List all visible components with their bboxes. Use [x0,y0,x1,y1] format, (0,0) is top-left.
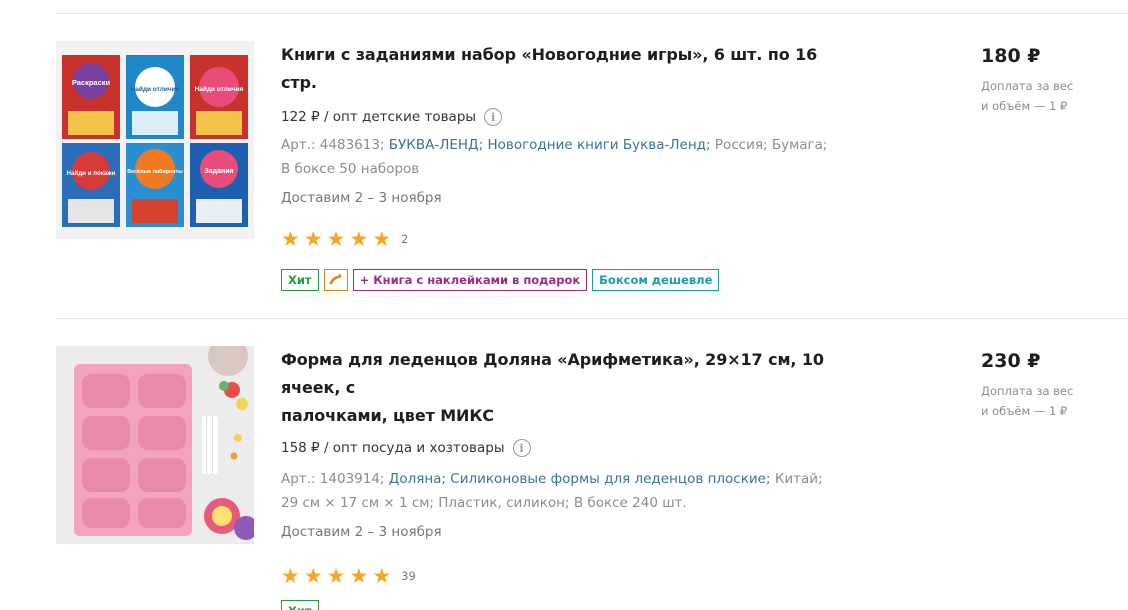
product-meta: Арт.: 4483613; БУКВА-ЛЕНД; Новогодние кн… [281,133,841,181]
brand-link[interactable]: Доляна; [389,471,446,487]
surcharge-note: Доплата за вес и объём — 1 ₽ [981,381,1121,421]
star-icon: ★ [303,564,323,588]
star-icon: ★ [349,564,369,588]
surcharge-note: Доплата за вес и объём — 1 ₽ [981,76,1121,116]
country: Россия; [714,137,768,153]
book-title-3: Найди отличия [195,85,244,93]
product-title-line-1: Форма для леденцов Доляна «Арифметика», … [281,350,824,397]
surcharge-line-1: Доплата за вес [981,384,1074,398]
surcharge-line-2: и объём — 1 ₽ [981,99,1068,113]
book-set-image: Раскраски Найди отличия Найди отличия На… [56,41,254,239]
country: Китай; [774,471,823,487]
star-icon: ★ [281,564,300,588]
category-link[interactable]: Силиконовые формы для леденцов плоские; [450,471,770,487]
badges: Хит [281,600,319,610]
material: Бумага; [771,137,828,153]
star-icon: ★ [372,227,392,251]
badges: Хит + Книга с наклейками в подарок Боксо… [281,269,720,291]
book-title-5: Весёлые лабиринты [127,168,183,175]
dolphin-badge[interactable] [323,269,348,291]
star-icon: ★ [326,227,346,251]
top-divider [56,13,1128,14]
box-quantity: В боксе 50 наборов [281,161,420,177]
star-icon: ★ [372,564,392,588]
product-price: 230 ₽ [981,350,1041,372]
box-cheaper-badge[interactable]: Боксом дешевле [592,269,720,291]
star-icon: ★ [303,227,323,251]
star-icon: ★ [326,564,346,588]
opt-price: 122 ₽ / опт детские товары [281,109,477,125]
product-price: 180 ₽ [981,45,1041,67]
product-image[interactable] [56,346,254,544]
gift-badge[interactable]: + Книга с наклейками в подарок [352,269,588,291]
article-number: Арт.: 1403914; [281,471,385,487]
hit-badge[interactable]: Хит [281,269,319,291]
rating[interactable]: ★ ★ ★ ★ ★ 39 [281,565,841,587]
surcharge-line-2: и объём — 1 ₽ [981,404,1068,418]
book-title-4: Найди и покажи [67,170,116,177]
dolphin-icon [328,273,342,284]
rating[interactable]: ★ ★ ★ ★ ★ 2 [281,228,841,250]
product-title[interactable]: Форма для леденцов Доляна «Арифметика», … [281,346,841,430]
book-title-6: Задания [204,168,233,175]
book-title-1: Раскраски [72,78,111,87]
product-meta: Арт.: 1403914; Доляна; Силиконовые формы… [281,467,841,515]
star-icon: ★ [281,227,300,251]
opt-price: 158 ₽ / опт посуда и хозтовары [281,440,505,456]
star-icon: ★ [349,227,369,251]
product-image[interactable]: Раскраски Найди отличия Найди отличия На… [56,41,254,239]
dimensions: 29 см × 17 см × 1 см; [281,495,434,511]
delivery-date: Доставим 2 – 3 ноября [281,190,442,206]
brand-link[interactable]: БУКВА-ЛЕНД; [389,137,483,153]
review-count[interactable]: 2 [401,232,408,246]
candy-mold-image [56,346,254,544]
box-quantity: В боксе 240 шт. [573,495,687,511]
product-title[interactable]: Книги с заданиями набор «Новогодние игры… [281,41,841,97]
book-title-2: Найди отличия [131,85,180,93]
info-icon[interactable]: i [512,439,531,457]
delivery-date: Доставим 2 – 3 ноября [281,524,442,540]
hit-badge[interactable]: Хит [281,600,319,610]
surcharge-line-1: Доплата за вес [981,79,1074,93]
product-title-line-2: палочками, цвет МИКС [281,406,494,425]
article-number: Арт.: 4483613; [281,137,385,153]
category-link[interactable]: Новогодние книги Буква-Ленд; [487,137,710,153]
info-icon[interactable]: i [484,108,503,126]
review-count[interactable]: 39 [401,569,416,583]
product-divider [56,318,1128,319]
material: Пластик, силикон; [438,495,570,511]
